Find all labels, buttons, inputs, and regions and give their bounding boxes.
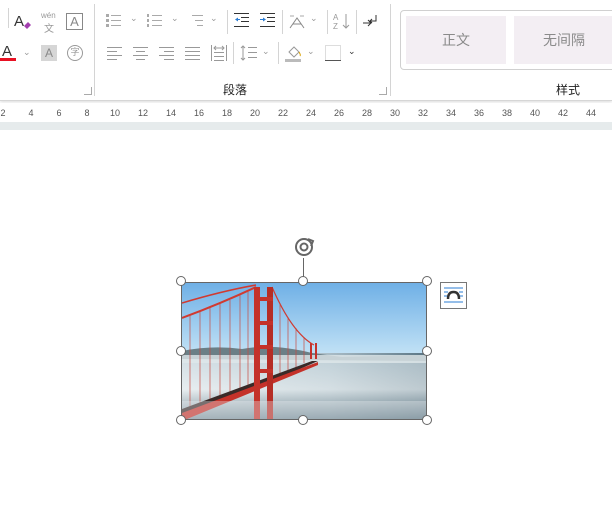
- separator: [282, 10, 283, 34]
- character-border-icon[interactable]: A: [66, 13, 83, 30]
- show-marks-icon[interactable]: [362, 12, 380, 30]
- ruler-tick-label: 10: [109, 108, 121, 118]
- center-icon[interactable]: [133, 45, 149, 61]
- ruler-tick-label: 28: [361, 108, 373, 118]
- resize-handle-bottom[interactable]: [298, 415, 308, 425]
- style-normal[interactable]: 正文: [406, 16, 506, 64]
- numbering-dropdown[interactable]: ⌄: [171, 13, 179, 24]
- phonetic-text: wén: [41, 11, 56, 20]
- ruler-tick-label: 14: [165, 108, 177, 118]
- shading-icon[interactable]: [285, 43, 303, 63]
- style-no-spacing[interactable]: 无间隔: [514, 16, 612, 64]
- chinese-layout-dropdown[interactable]: ⌄: [310, 13, 318, 24]
- separator: [390, 4, 391, 96]
- multilevel-dropdown[interactable]: ⌄: [210, 13, 218, 24]
- character-shading-icon[interactable]: A: [41, 45, 57, 61]
- sort-icon[interactable]: AZ: [333, 12, 351, 31]
- numbering-icon[interactable]: [147, 12, 163, 28]
- ruler-tick-label: 44: [585, 108, 597, 118]
- phonetic-char: 文: [44, 24, 54, 35]
- ruler-tick-label: 34: [445, 108, 457, 118]
- ruler-tick-label: 32: [417, 108, 429, 118]
- separator: [327, 10, 328, 34]
- borders-dropdown[interactable]: ⌄: [348, 46, 356, 57]
- ruler-tick-label: 8: [84, 108, 90, 118]
- svg-text:Z: Z: [333, 22, 338, 30]
- ruler-tick-label: 38: [501, 108, 513, 118]
- separator: [356, 10, 357, 34]
- style-label: 无间隔: [543, 32, 585, 48]
- styles-group-label: 样式: [556, 83, 581, 97]
- bullets-icon[interactable]: [106, 12, 122, 28]
- shading-dropdown[interactable]: ⌄: [307, 46, 315, 57]
- separator: [233, 42, 234, 64]
- font-dialog-launcher[interactable]: [84, 87, 92, 95]
- phonetic-guide-icon[interactable]: wén 文: [40, 11, 60, 35]
- ruler-tick-label: 22: [277, 108, 289, 118]
- svg-text:A: A: [333, 13, 339, 22]
- ruler-tick-label: 36: [473, 108, 485, 118]
- enclose-char: 字: [70, 47, 80, 57]
- ruler-tick-label: 12: [137, 108, 149, 118]
- multilevel-list-icon[interactable]: [188, 12, 204, 28]
- font-color-dropdown[interactable]: ⌄: [23, 47, 31, 58]
- ruler-tick-label: 2: [0, 108, 6, 118]
- rotate-handle-icon[interactable]: [293, 236, 315, 258]
- separator: [8, 8, 9, 28]
- distributed-icon[interactable]: [211, 44, 227, 62]
- bullets-dropdown[interactable]: ⌄: [130, 13, 138, 24]
- resize-handle-right[interactable]: [422, 346, 432, 356]
- resize-handle-left[interactable]: [176, 346, 186, 356]
- style-label: 正文: [442, 32, 470, 48]
- resize-handle-top-right[interactable]: [422, 276, 432, 286]
- svg-text:A: A: [14, 13, 24, 30]
- separator: [94, 4, 95, 96]
- svg-text:A: A: [2, 43, 12, 60]
- increase-indent-icon[interactable]: [260, 12, 276, 28]
- ruler-bottom-bar: [0, 122, 612, 130]
- ruler-tick-label: 20: [249, 108, 261, 118]
- horizontal-ruler[interactable]: 2 4 6 8 10 12 14 16 18 20 22 24 26 28 30 32 34 36 38 40 42 44: [0, 103, 612, 122]
- ruler-tick-label: 18: [221, 108, 233, 118]
- ruler-tick-label: 16: [193, 108, 205, 118]
- font-color-icon[interactable]: A: [0, 42, 20, 62]
- line-spacing-dropdown[interactable]: ⌄: [262, 46, 270, 57]
- enclose-characters-icon[interactable]: 字: [67, 45, 83, 61]
- ruler-tick-label: 24: [305, 108, 317, 118]
- resize-handle-top[interactable]: [298, 276, 308, 286]
- ruler-tick-label: 42: [557, 108, 569, 118]
- separator: [227, 10, 228, 34]
- ruler-tick-label: 26: [333, 108, 345, 118]
- chinese-layout-icon[interactable]: [288, 13, 306, 29]
- layout-options-icon[interactable]: [440, 282, 467, 309]
- styles-gallery: 正文 无间隔: [400, 10, 612, 70]
- separator: [278, 42, 279, 64]
- borders-icon[interactable]: [325, 45, 341, 61]
- ruler-tick-label: 6: [56, 108, 62, 118]
- ruler-tick-label: 30: [389, 108, 401, 118]
- paragraph-group-label: 段落: [223, 83, 248, 97]
- resize-handle-bottom-right[interactable]: [422, 415, 432, 425]
- ruler-tick-label: 40: [529, 108, 541, 118]
- justify-icon[interactable]: [185, 45, 201, 61]
- golden-gate-bridge-image[interactable]: [181, 282, 427, 420]
- ribbon: A wén 文 A A ⌄ A 字 ⌄ ⌄ ⌄ ⌄ AZ ⌄ ⌄ ⌄ 段落 正文…: [0, 0, 612, 101]
- ruler-tick-label: 4: [28, 108, 34, 118]
- resize-handle-bottom-left[interactable]: [176, 415, 186, 425]
- paragraph-dialog-launcher[interactable]: [379, 87, 387, 95]
- clear-formatting-icon[interactable]: A: [13, 11, 33, 31]
- resize-handle-top-left[interactable]: [176, 276, 186, 286]
- align-left-icon[interactable]: [107, 45, 123, 61]
- line-spacing-icon[interactable]: [240, 45, 258, 61]
- align-right-icon[interactable]: [159, 45, 175, 61]
- decrease-indent-icon[interactable]: [234, 12, 250, 28]
